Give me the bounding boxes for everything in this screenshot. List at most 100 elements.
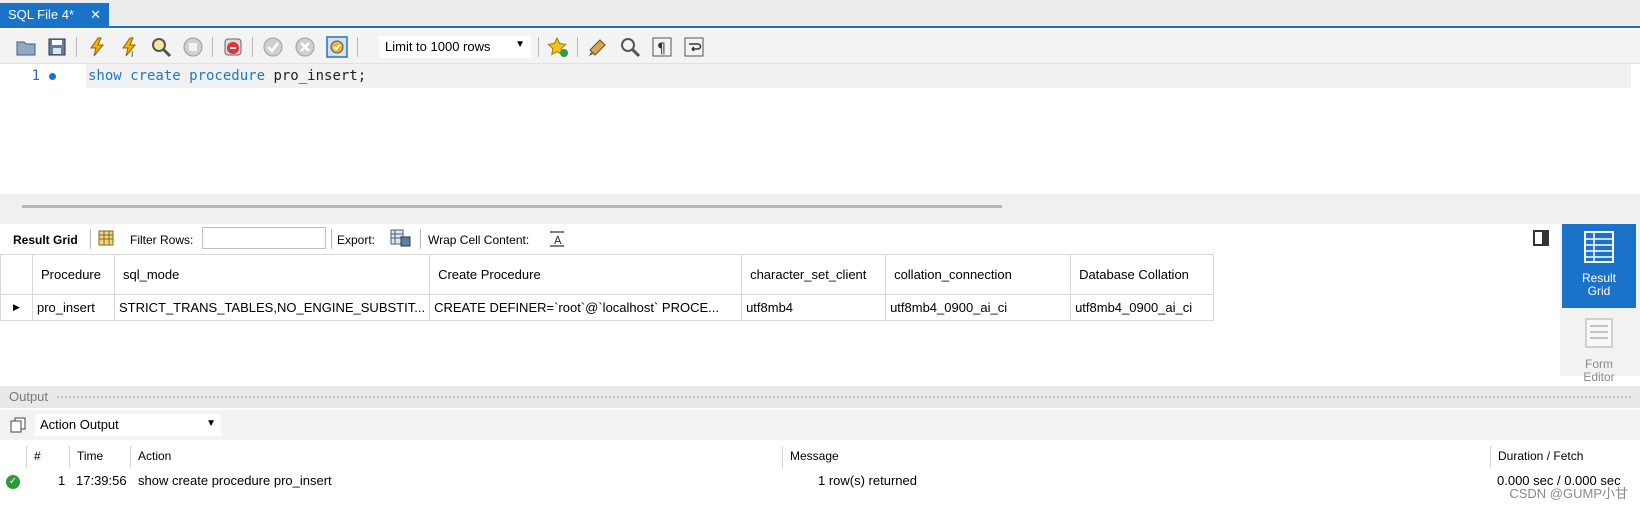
beautify-icon[interactable] [587, 36, 609, 58]
commit-icon[interactable] [262, 36, 284, 58]
output-panel-header: Output [0, 386, 1640, 408]
export-icon[interactable] [389, 228, 411, 248]
column-header[interactable]: collation_connection [885, 254, 1072, 295]
svg-text:¶: ¶ [657, 41, 666, 57]
output-title: Output [9, 389, 49, 404]
toolbar-separator [252, 37, 253, 57]
column-header[interactable]: Action [138, 449, 171, 463]
toolbar-separator [357, 37, 358, 57]
sql-keywords: show create procedure [88, 68, 266, 84]
column-header[interactable]: Duration / Fetch [1498, 449, 1583, 463]
copy-icon[interactable] [9, 416, 27, 434]
output-row-action: show create procedure pro_insert [138, 473, 332, 488]
scrollbar-thumb[interactable] [22, 205, 1002, 208]
result-grid-panel-button[interactable]: Result Grid [1562, 224, 1636, 308]
chevron-down-icon: ▼ [515, 39, 525, 50]
column-header[interactable]: sql_mode [113, 254, 431, 295]
tab-strip: SQL File 4* ✕ [0, 0, 1640, 28]
explain-icon[interactable] [150, 36, 172, 58]
grid-cell[interactable]: CREATE DEFINER=`root`@`localhost` PROCE.… [429, 294, 743, 321]
toolbar-separator [90, 229, 91, 249]
column-header[interactable]: Create Procedure [429, 254, 743, 295]
table-row[interactable]: ▶ pro_insert STRICT_TRANS_TABLES,NO_ENGI… [0, 294, 1215, 321]
grid-cell[interactable]: utf8mb4_0900_ai_ci [885, 294, 1072, 321]
column-header[interactable]: Procedure [32, 254, 115, 295]
tab-sql-file[interactable]: SQL File 4* ✕ [0, 3, 109, 26]
output-type-select[interactable]: Action Output ▼ [35, 414, 221, 436]
wrap-cell-icon[interactable]: A [549, 231, 565, 247]
tab-title: SQL File 4* [8, 7, 74, 22]
column-divider [69, 446, 70, 468]
toolbar-separator [76, 37, 77, 57]
grid-cell[interactable]: pro_insert [32, 294, 115, 321]
toolbar-separator [538, 37, 539, 57]
sql-identifier: pro_insert; [265, 68, 367, 84]
result-toolbar: Result Grid Filter Rows: Export: Wrap Ce… [0, 224, 1555, 254]
export-label: Export: [337, 233, 376, 247]
editor-horizontal-scrollbar[interactable] [0, 194, 1640, 224]
chevron-down-icon: ▼ [206, 418, 216, 429]
column-divider [26, 446, 27, 468]
execute-icon[interactable] [86, 36, 108, 58]
column-header[interactable]: Time [77, 449, 103, 463]
result-grid-label[interactable]: Result Grid [13, 233, 78, 247]
toggle-error-icon[interactable] [222, 36, 244, 58]
autocommit-icon[interactable] [326, 36, 348, 58]
success-check-icon: ✓ [6, 475, 20, 489]
sql-editor-toolbar: I Limit to 1000 rows ▼ ¶ [0, 30, 1640, 64]
wrap-cell-label: Wrap Cell Content: [428, 233, 530, 247]
execute-selection-icon[interactable]: I [118, 36, 140, 58]
column-header[interactable]: Message [790, 449, 839, 463]
grid-cell[interactable]: utf8mb4 [741, 294, 887, 321]
grid-cell[interactable]: utf8mb4_0900_ai_ci [1070, 294, 1215, 321]
save-icon[interactable] [46, 36, 68, 58]
toolbar-separator [331, 229, 332, 249]
grid-header-row: Procedure sql_mode Create Procedure char… [0, 254, 1215, 295]
result-grid-panel-label: Result Grid [1581, 271, 1616, 298]
svg-text:I: I [131, 50, 133, 58]
toolbar-separator [420, 229, 421, 249]
column-header[interactable]: Database Collation [1070, 254, 1215, 295]
row-selector-icon[interactable]: ▶ [0, 294, 33, 321]
form-editor-icon [1585, 318, 1613, 348]
output-row-time: 17:39:56 [76, 473, 127, 488]
toggle-side-panel-icon[interactable] [1533, 230, 1549, 246]
form-editor-panel-button[interactable]: Form Editor [1562, 310, 1636, 394]
output-header-row: # Time Action Message Duration / Fetch [0, 446, 1640, 468]
find-icon[interactable] [619, 36, 641, 58]
filter-rows-input[interactable] [202, 227, 326, 249]
output-row-message: 1 row(s) returned [818, 473, 917, 488]
limit-rows-select[interactable]: Limit to 1000 rows ▼ [379, 36, 531, 58]
output-toolbar: Action Output ▼ [0, 410, 1640, 440]
close-icon[interactable]: ✕ [90, 7, 101, 23]
column-divider [782, 446, 783, 468]
toolbar-separator [212, 37, 213, 57]
row-header-cell [0, 254, 33, 295]
statement-marker-icon [49, 73, 56, 80]
sql-editor[interactable]: 1 show create procedure pro_insert; [0, 64, 1640, 194]
column-header[interactable]: # [34, 449, 41, 463]
output-type-value: Action Output [40, 417, 119, 432]
word-wrap-icon[interactable] [683, 36, 705, 58]
invisible-chars-icon[interactable]: ¶ [651, 36, 673, 58]
column-divider [1490, 446, 1491, 468]
output-row-number: 1 [58, 473, 66, 488]
grid-layout-icon[interactable] [98, 230, 114, 246]
rollback-icon[interactable] [294, 36, 316, 58]
sql-statement[interactable]: show create procedure pro_insert; [88, 68, 366, 84]
open-file-icon[interactable] [15, 36, 37, 58]
stop-icon[interactable] [182, 36, 204, 58]
limit-rows-value: Limit to 1000 rows [385, 39, 491, 54]
result-grid: Procedure sql_mode Create Procedure char… [0, 254, 1215, 321]
panel-grip[interactable] [56, 395, 1631, 400]
filter-rows-label: Filter Rows: [130, 233, 194, 247]
svg-text:A: A [554, 234, 562, 247]
grid-cell[interactable]: STRICT_TRANS_TABLES,NO_ENGINE_SUBSTIT... [113, 294, 431, 321]
watermark: CSDN @GUMP小甘 [1509, 486, 1628, 501]
column-header[interactable]: character_set_client [741, 254, 887, 295]
bookmark-icon[interactable] [547, 36, 569, 58]
toolbar-separator [577, 37, 578, 57]
table-row[interactable]: ✓ 1 17:39:56 show create procedure pro_i… [0, 470, 1640, 492]
column-divider [130, 446, 131, 468]
result-side-panel: Result Grid Form Editor [1560, 224, 1640, 384]
